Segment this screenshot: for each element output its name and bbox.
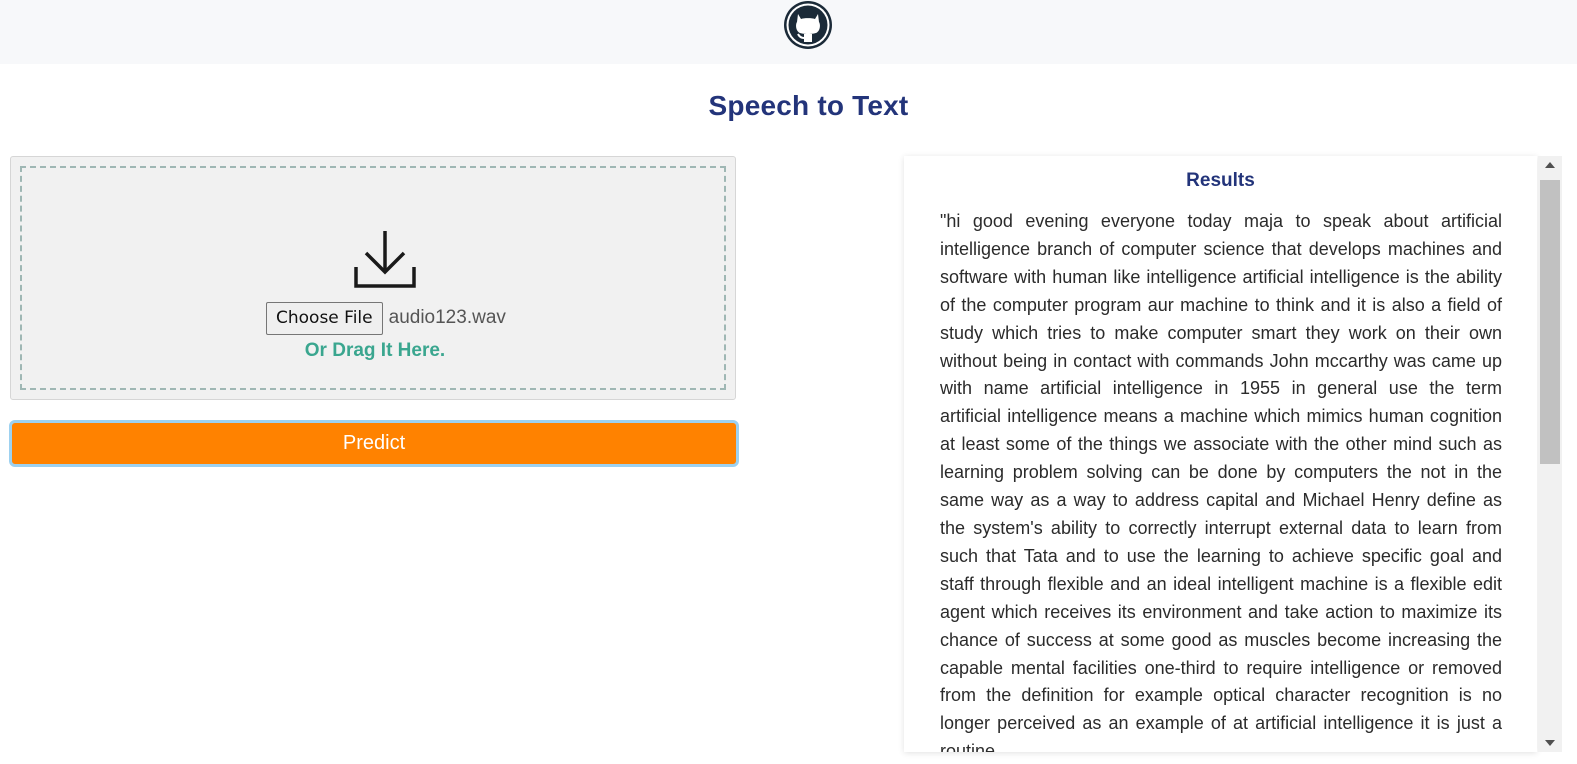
scroll-up-arrow-icon[interactable] xyxy=(1538,156,1562,174)
results-scrollbar[interactable] xyxy=(1538,156,1562,752)
results-text: "hi good evening everyone today maja to … xyxy=(940,211,1502,752)
results-title: Results xyxy=(1186,170,1255,191)
scroll-thumb[interactable] xyxy=(1540,180,1560,464)
top-bar xyxy=(0,0,1577,64)
upload-dropzone[interactable]: Choose File audio123.wav Or Drag It Here… xyxy=(10,156,736,400)
download-icon xyxy=(354,231,416,288)
dropzone-dashed-area[interactable]: Choose File audio123.wav Or Drag It Here… xyxy=(20,166,726,390)
results-panel: Results "hi good evening everyone today … xyxy=(904,156,1537,752)
predict-button[interactable]: Predict xyxy=(9,420,739,467)
choose-file-button[interactable]: Choose File xyxy=(266,301,383,335)
github-icon[interactable] xyxy=(783,0,833,50)
page-title: Speech to Text xyxy=(708,90,909,121)
scroll-down-arrow-icon[interactable] xyxy=(1538,734,1562,752)
selected-file-name: audio123.wav xyxy=(388,307,506,328)
file-input-row: Choose File audio123.wav xyxy=(266,301,506,335)
drag-hint: Or Drag It Here. xyxy=(304,340,446,361)
